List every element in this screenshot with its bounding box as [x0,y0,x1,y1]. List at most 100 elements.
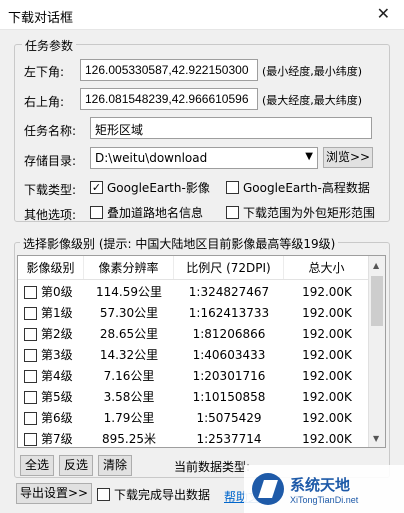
overlay-roads-checkbox[interactable]: 叠加道路地名信息 [90,204,203,221]
export-after-download-checkbox[interactable]: 下载完成导出数据 [97,486,210,503]
levels-table[interactable]: 影像级别 像素分辨率 比例尺 (72DPI) 总大小 第0级 114.59公里 … [17,255,386,448]
upper-right-input[interactable]: 126.081548239,42.966610596 [80,88,258,110]
table-row[interactable]: 第0级 114.59公里 1:324827467 192.00K [18,282,370,303]
invert-selection-button[interactable]: 反选 [59,455,93,476]
size-cell: 192.00K [302,390,352,404]
window-title: 下载对话框 [8,11,74,26]
scroll-thumb[interactable] [371,276,383,326]
clear-button[interactable]: 清除 [98,455,132,476]
resolution-cell: 3.58公里 [103,390,155,404]
outer-rect-checkbox[interactable]: 下载范围为外包矩形范围 [226,204,375,221]
scroll-up-icon[interactable]: ▲ [373,261,379,270]
resolution-cell: 7.16公里 [103,369,155,383]
table-scrollbar[interactable]: ▲ ▼ [368,256,385,447]
level-cell: 第6级 [41,411,73,425]
level-cell: 第2级 [41,327,73,341]
col-level[interactable]: 影像级别 [18,256,84,279]
title-bar: 下载对话框 ✕ [0,0,404,30]
lower-left-hint: (最小经度,最小纬度) [262,65,363,78]
lower-left-input[interactable]: 126.005330587,42.922150300 [80,59,258,81]
level-cell: 第4级 [41,369,73,383]
scale-cell: 1:324827467 [188,285,270,299]
scale-cell: 1:40603433 [192,348,266,362]
scale-cell: 1:5075429 [196,411,262,425]
size-cell: 192.00K [302,306,352,320]
storage-dir-value: D:\weitu\download [95,151,208,165]
task-name-input[interactable]: 矩形区域 [90,117,372,139]
watermark-logo-icon [252,473,284,505]
table-row[interactable]: 第2级 28.65公里 1:81206866 192.00K [18,324,370,345]
type-elevation-checkbox[interactable]: GoogleEarth-高程数据 [226,179,370,196]
table-row[interactable]: 第6级 1.79公里 1:5075429 192.00K [18,408,370,429]
size-cell: 192.00K [302,348,352,362]
size-cell: 192.00K [302,432,352,446]
scale-cell: 1:2537714 [196,432,262,446]
checkbox-icon[interactable] [24,307,37,320]
outer-rect-label: 下载范围为外包矩形范围 [243,206,376,220]
close-icon[interactable]: ✕ [377,4,390,23]
type-elevation-label: GoogleEarth-高程数据 [243,181,370,195]
checkbox-icon[interactable] [24,328,37,341]
table-row[interactable]: 第3级 14.32公里 1:40603433 192.00K [18,345,370,366]
level-cell: 第5级 [41,390,73,404]
resolution-cell: 114.59公里 [96,285,162,299]
resolution-cell: 28.65公里 [99,327,159,341]
checkbox-icon[interactable] [24,433,37,446]
watermark-cn: 系统天地 [290,475,351,494]
checkbox-icon[interactable] [24,286,37,299]
checkbox-icon[interactable] [24,412,37,425]
size-cell: 192.00K [302,285,352,299]
download-type-label: 下载类型: [24,183,77,197]
watermark-en: XiTongTianDi.net [290,494,359,505]
scale-cell: 1:162413733 [188,306,270,320]
checkbox-icon[interactable] [97,488,110,501]
type-imagery-label: GoogleEarth-影像 [107,181,210,195]
watermark: 系统天地 XiTongTianDi.net [244,465,404,513]
upper-right-label: 右上角: [24,95,65,109]
table-row[interactable]: 第1级 57.30公里 1:162413733 192.00K [18,303,370,324]
chevron-down-icon[interactable]: ▼ [305,151,313,162]
resolution-cell: 895.25米 [102,432,156,446]
current-type-label: 当前数据类型: [174,460,251,474]
scale-cell: 1:10150858 [192,390,266,404]
export-settings-button[interactable]: 导出设置>> [16,483,92,504]
checkbox-icon[interactable] [24,391,37,404]
resolution-cell: 57.30公里 [99,306,159,320]
col-resolution[interactable]: 像素分辨率 [84,256,174,279]
level-cell: 第0级 [41,285,73,299]
browse-button[interactable]: 浏览>> [323,147,373,168]
task-name-label: 任务名称: [24,124,77,138]
levels-legend: 选择影像级别 (提示: 中国大陆地区目前影像最高等级19级) [20,235,339,252]
checkbox-icon[interactable] [24,370,37,383]
col-scale[interactable]: 比例尺 (72DPI) [174,256,284,279]
level-cell: 第7级 [41,432,73,446]
level-cell: 第3级 [41,348,73,362]
upper-right-hint: (最大经度,最大纬度) [262,94,363,107]
other-options-label: 其他选项: [24,208,77,222]
checkbox-icon[interactable] [90,206,103,219]
type-imagery-checkbox[interactable]: ✓ GoogleEarth-影像 [90,179,210,196]
resolution-cell: 1.79公里 [103,411,155,425]
lower-left-label: 左下角: [24,65,65,79]
checkbox-icon[interactable] [24,349,37,362]
storage-dir-label: 存储目录: [24,154,77,168]
checkbox-icon[interactable] [226,206,239,219]
overlay-roads-label: 叠加道路地名信息 [107,206,204,220]
scroll-down-icon[interactable]: ▼ [373,434,379,443]
table-row[interactable]: 第5级 3.58公里 1:10150858 192.00K [18,387,370,408]
export-after-download-label: 下载完成导出数据 [114,488,211,502]
table-header: 影像级别 像素分辨率 比例尺 (72DPI) 总大小 [18,256,370,280]
checkbox-icon[interactable] [226,181,239,194]
task-params-legend: 任务参数 [22,37,77,54]
table-row[interactable]: 第4级 7.16公里 1:20301716 192.00K [18,366,370,387]
size-cell: 192.00K [302,369,352,383]
col-size[interactable]: 总大小 [284,256,370,279]
scale-cell: 1:20301716 [192,369,266,383]
resolution-cell: 14.32公里 [99,348,159,362]
select-all-button[interactable]: 全选 [20,455,54,476]
size-cell: 192.00K [302,411,352,425]
table-row[interactable]: 第7级 895.25米 1:2537714 192.00K [18,429,370,447]
storage-dir-select[interactable]: D:\weitu\download ▼ [90,147,318,169]
checkbox-checked-icon[interactable]: ✓ [90,181,103,194]
scale-cell: 1:81206866 [192,327,266,341]
